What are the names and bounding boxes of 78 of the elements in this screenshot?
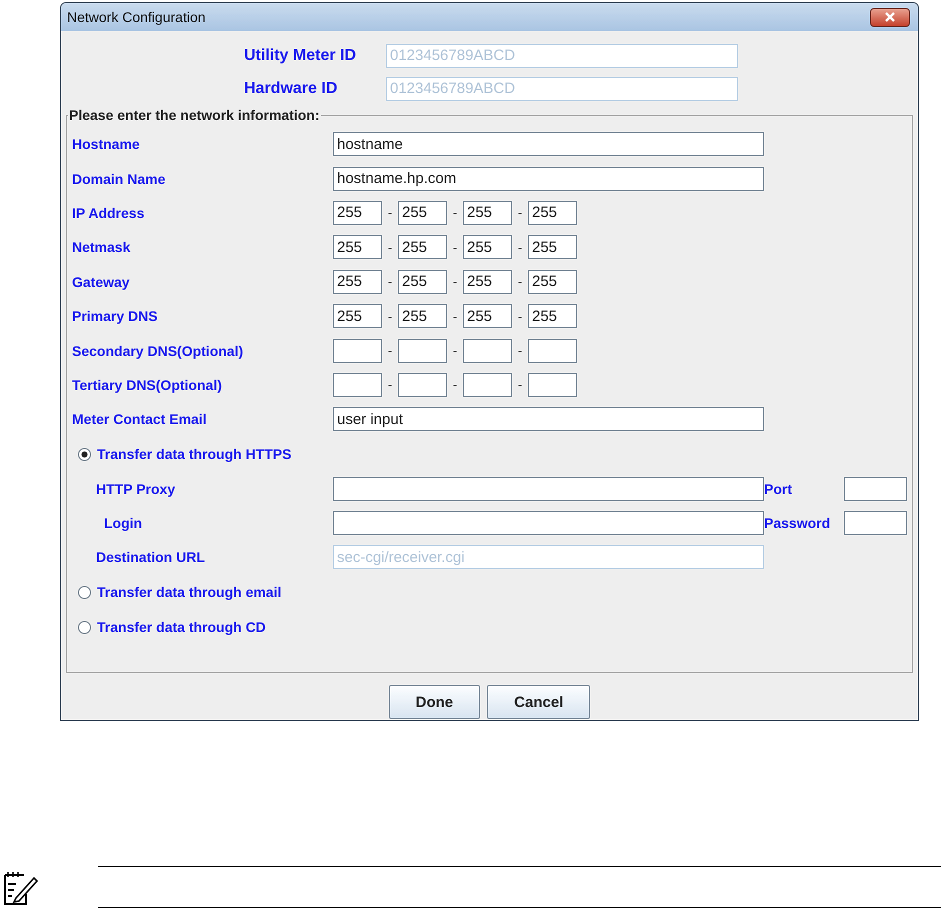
separator-dash: - <box>452 308 458 324</box>
octet-field[interactable] <box>333 372 382 397</box>
octet-field[interactable]: 255 <box>528 270 577 294</box>
close-button[interactable] <box>870 8 910 26</box>
input-field[interactable] <box>844 511 907 536</box>
octet-field[interactable]: 255 <box>528 200 577 225</box>
field-label: Hardware ID <box>243 80 338 98</box>
octet-field[interactable] <box>463 338 512 363</box>
dialog-button[interactable]: Cancel <box>487 685 590 719</box>
input-field[interactable]: user input <box>333 407 764 432</box>
separator-dash: - <box>516 343 524 358</box>
radio-button[interactable] <box>78 620 91 634</box>
close-icon <box>884 12 896 22</box>
octet-field[interactable]: 255 <box>528 304 577 328</box>
input-field[interactable] <box>844 476 907 501</box>
octet-field[interactable] <box>333 338 382 363</box>
field-label: Primary DNS <box>72 308 159 324</box>
octet-field[interactable] <box>398 372 447 397</box>
window-title: Network Configuration <box>67 9 206 25</box>
separator-dash: - <box>516 240 524 255</box>
octet-field[interactable]: 255 <box>463 304 512 328</box>
octet-field[interactable] <box>528 372 577 397</box>
octet-field[interactable] <box>528 338 577 363</box>
field-label: Password <box>764 515 832 532</box>
field-label: Secondary DNS(Optional) <box>72 342 244 359</box>
field-label: Tertiary DNS(Optional) <box>72 376 223 393</box>
radio-button[interactable] <box>78 448 91 461</box>
octet-field[interactable]: 255 <box>398 270 447 294</box>
field-label: HTTP Proxy <box>96 480 176 497</box>
field-label: Utility Meter ID <box>243 46 358 64</box>
field-label: Destination URL <box>96 549 206 566</box>
input-field[interactable] <box>333 511 764 536</box>
separator-dash: - <box>452 343 458 358</box>
radio-button[interactable] <box>78 586 91 599</box>
octet-field[interactable]: 255 <box>463 270 512 294</box>
separator-dash: - <box>516 377 524 392</box>
octet-field[interactable]: 255 <box>398 235 447 260</box>
separator-dash: - <box>452 377 458 392</box>
dialog-button[interactable]: Done <box>388 685 480 719</box>
separator-dash: - <box>516 205 524 220</box>
separator-dash: - <box>386 377 394 392</box>
octet-field[interactable]: 255 <box>333 200 382 225</box>
input-field[interactable] <box>333 476 764 501</box>
field-label: Login <box>103 515 144 532</box>
octet-field[interactable] <box>463 372 512 397</box>
separator-dash: - <box>452 240 458 255</box>
octet-field[interactable]: 255 <box>333 235 382 260</box>
input-field[interactable]: hostname <box>333 132 764 156</box>
radio-label: Transfer data through CD <box>97 619 267 636</box>
field-label: Domain Name <box>72 170 166 187</box>
separator-dash: - <box>386 274 394 290</box>
octet-field[interactable]: 255 <box>463 235 512 260</box>
separator-dash: - <box>386 343 394 358</box>
octet-field[interactable]: 255 <box>333 304 382 328</box>
octet-field[interactable]: 255 <box>398 304 447 328</box>
radio-label: Transfer data through HTTPS <box>97 446 292 462</box>
separator-dash: - <box>452 274 458 290</box>
input-field[interactable]: hostname.hp.com <box>333 166 764 191</box>
field-label: Port <box>764 480 793 497</box>
octet-field[interactable]: 255 <box>333 270 382 294</box>
field-label: IP Address <box>72 204 146 221</box>
radio-label: Transfer data through email <box>97 584 282 600</box>
octet-field[interactable]: 255 <box>398 200 447 225</box>
separator-dash: - <box>452 205 458 220</box>
separator-dash: - <box>386 205 394 220</box>
separator-dash: - <box>516 308 524 324</box>
field-label: Hostname <box>72 136 141 152</box>
octet-field[interactable]: 255 <box>463 200 512 225</box>
field-label: Gateway <box>72 274 131 290</box>
separator-dash: - <box>516 274 524 290</box>
field-label: Meter Contact Email <box>72 411 208 428</box>
group-title: Please enter the network information: <box>68 107 320 123</box>
separator-dash: - <box>386 308 394 324</box>
note-icon <box>2 870 38 906</box>
octet-field[interactable] <box>398 338 447 363</box>
separator-dash: - <box>386 240 394 255</box>
octet-field[interactable]: 255 <box>528 235 577 260</box>
field-label: Netmask <box>72 239 132 256</box>
